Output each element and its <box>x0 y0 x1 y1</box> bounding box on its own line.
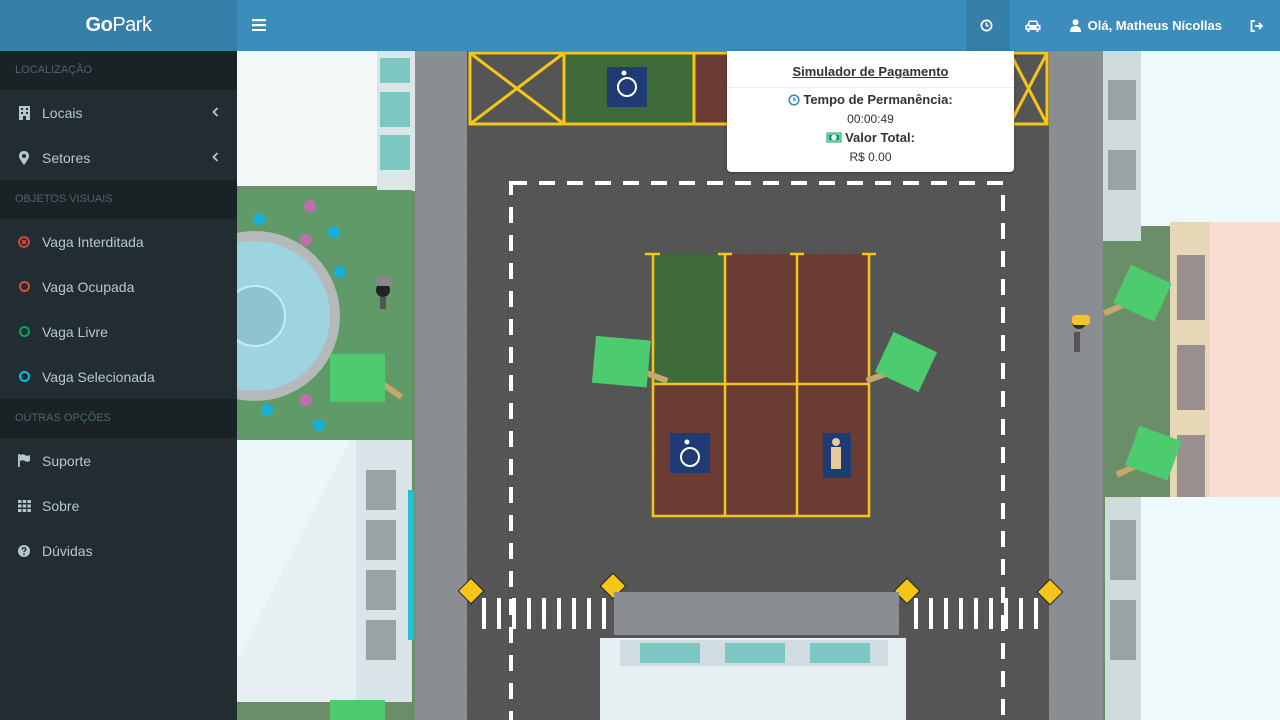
total-value: R$ 0.00 <box>849 150 892 164</box>
sidebar-item-label: Dúvidas <box>42 542 93 559</box>
building-bottom-left <box>237 440 414 702</box>
total-label-row: Valor Total: <box>727 130 1014 145</box>
user-icon <box>1069 19 1081 32</box>
user-greeting: Olá, Matheus Nícollas <box>1087 18 1222 33</box>
sidebar-item-locais[interactable]: Locais <box>0 90 237 135</box>
sidebar-item-suporte[interactable]: Suporte <box>0 438 237 483</box>
clock-icon <box>980 19 993 32</box>
sidebar-item-label: Suporte <box>42 452 92 469</box>
building-top-right <box>1103 51 1280 241</box>
payment-simulator-panel: Simulador de Pagamento Tempo de Permanên… <box>727 51 1014 172</box>
sidebar-toggle-button[interactable] <box>237 0 281 51</box>
car-icon <box>1025 20 1041 32</box>
flag-icon <box>17 454 31 467</box>
simulator-title[interactable]: Simulador de Pagamento <box>727 51 1014 88</box>
times-circle-icon <box>17 235 31 248</box>
sidebar-item-label: Setores <box>42 149 91 166</box>
bars-icon <box>252 19 266 32</box>
sidebar-item-label: Vaga Selecionada <box>42 368 155 385</box>
sign-out-icon <box>1250 19 1264 32</box>
sidebar-header-visual: OBJETOS VISUAIS <box>0 180 237 219</box>
sidebar-item-vaga-ocupada[interactable]: Vaga Ocupada <box>0 264 237 309</box>
building-icon <box>17 105 31 120</box>
sidebar-item-label: Locais <box>42 104 83 121</box>
building-bottom-center <box>600 592 906 720</box>
sidebar-item-duvidas[interactable]: Dúvidas <box>0 528 237 573</box>
sidebar-header-location: LOCALIZAÇÃO <box>0 51 237 90</box>
sidebar-item-vaga-interditada[interactable]: Vaga Interditada <box>0 219 237 264</box>
sidebar-item-label: Vaga Livre <box>42 323 108 340</box>
vehicle-button[interactable] <box>1010 0 1056 51</box>
chevron-left-icon <box>212 149 219 165</box>
building-mid-right <box>1170 222 1280 527</box>
clock-icon <box>788 93 800 106</box>
time-value: 00:00:49 <box>847 112 894 126</box>
top-navbar: GoPark Olá, Matheus Nícollas <box>0 0 1280 51</box>
app-logo[interactable]: GoPark <box>0 0 237 51</box>
sidebar-item-vaga-livre[interactable]: Vaga Livre <box>0 309 237 354</box>
timer-button[interactable] <box>965 0 1010 51</box>
sidebar-item-label: Vaga Interditada <box>42 233 144 250</box>
logout-button[interactable] <box>1236 0 1280 51</box>
building-bottom-right <box>1105 497 1280 720</box>
th-icon <box>17 499 31 512</box>
chevron-left-icon <box>212 104 219 120</box>
sidebar-item-sobre[interactable]: Sobre <box>0 483 237 528</box>
circle-icon <box>18 371 30 382</box>
sidebar-header-other: OUTRAS OPÇÕES <box>0 399 237 438</box>
sidebar-item-setores[interactable]: Setores <box>0 135 237 180</box>
time-label: Tempo de Permanência: <box>803 92 953 107</box>
sidebar: LOCALIZAÇÃO Locais Setores OBJETOS VISUA… <box>0 51 237 720</box>
user-menu[interactable]: Olá, Matheus Nícollas <box>1056 0 1236 51</box>
circle-icon <box>18 326 30 337</box>
question-circle-icon <box>17 544 31 557</box>
circle-icon <box>18 281 30 292</box>
sidebar-item-label: Vaga Ocupada <box>42 278 135 295</box>
map-marker-icon <box>17 150 31 165</box>
sidebar-item-label: Sobre <box>42 497 80 514</box>
sidebar-item-vaga-selecionada[interactable]: Vaga Selecionada <box>0 354 237 399</box>
total-label: Valor Total: <box>845 130 915 145</box>
money-icon <box>826 132 842 143</box>
central-parking-grid <box>645 252 876 518</box>
building-top-left <box>237 51 415 191</box>
time-label-row: Tempo de Permanência: <box>727 92 1014 107</box>
